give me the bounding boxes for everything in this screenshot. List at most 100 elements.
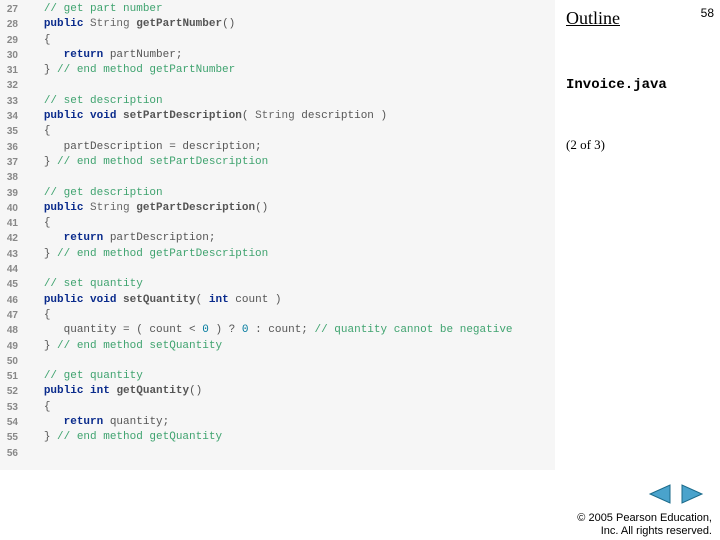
line-number: 36 [0,140,24,155]
code-line: 39 // get description [0,186,555,201]
line-number: 52 [0,384,24,399]
line-number: 38 [0,170,24,185]
code-line: 34 public void setPartDescription( Strin… [0,109,555,124]
code-content: { [24,216,555,231]
code-content: } // end method getPartDescription [24,247,555,262]
line-number: 48 [0,323,24,338]
code-content: } // end method getQuantity [24,430,555,445]
line-number: 32 [0,78,24,93]
line-number: 44 [0,262,24,277]
code-line: 43 } // end method getPartDescription [0,247,555,262]
prev-icon[interactable] [646,483,672,510]
code-area: 27 // get part number28 public String ge… [0,0,555,470]
next-icon[interactable] [680,483,706,510]
line-number: 27 [0,2,24,17]
code-line: 30 return partNumber; [0,48,555,63]
code-line: 38 [0,170,555,185]
line-number: 40 [0,201,24,216]
source-filename: Invoice.java [566,77,710,93]
code-line: 33 // set description [0,94,555,109]
code-content: // set description [24,94,555,109]
code-content: public void setPartDescription( String d… [24,109,555,124]
sidebar: Outline Invoice.java (2 of 3) [560,8,710,153]
code-line: 28 public String getPartNumber() [0,17,555,32]
copyright-footer: © 2005 Pearson Education, Inc. All right… [577,512,712,538]
code-line: 40 public String getPartDescription() [0,201,555,216]
line-number: 29 [0,33,24,48]
code-content: // get description [24,186,555,201]
code-line: 35 { [0,124,555,139]
line-number: 54 [0,415,24,430]
line-number: 34 [0,109,24,124]
code-line: 54 return quantity; [0,415,555,430]
code-content: // get quantity [24,369,555,384]
code-content: public int getQuantity() [24,384,555,399]
line-number: 46 [0,293,24,308]
code-content: public String getPartNumber() [24,17,555,32]
footer-line-2: Inc. All rights reserved. [577,525,712,538]
code-line: 42 return partDescription; [0,231,555,246]
code-content: partDescription = description; [24,140,555,155]
code-line: 36 partDescription = description; [0,140,555,155]
code-line: 50 [0,354,555,369]
line-number: 28 [0,17,24,32]
code-content: { [24,33,555,48]
code-content: return quantity; [24,415,555,430]
code-line: 46 public void setQuantity( int count ) [0,293,555,308]
code-line: 44 [0,262,555,277]
code-content: { [24,400,555,415]
code-content: public void setQuantity( int count ) [24,293,555,308]
line-number: 49 [0,339,24,354]
line-number: 50 [0,354,24,369]
line-number: 53 [0,400,24,415]
code-line: 55 } // end method getQuantity [0,430,555,445]
line-number: 30 [0,48,24,63]
code-line: 41 { [0,216,555,231]
code-line: 29 { [0,33,555,48]
code-content [24,170,555,185]
code-content [24,262,555,277]
page-indicator: (2 of 3) [566,137,710,153]
code-content: return partDescription; [24,231,555,246]
outline-heading: Outline [566,8,710,29]
footer-line-1: © 2005 Pearson Education, [577,512,712,525]
code-content: // set quantity [24,277,555,292]
nav-buttons [646,483,706,510]
code-line: 52 public int getQuantity() [0,384,555,399]
code-line: 56 [0,446,555,461]
code-content [24,78,555,93]
code-content: } // end method getPartNumber [24,63,555,78]
code-line: 27 // get part number [0,2,555,17]
line-number: 55 [0,430,24,445]
code-content: { [24,308,555,323]
code-line: 37 } // end method setPartDescription [0,155,555,170]
code-line: 31 } // end method getPartNumber [0,63,555,78]
code-content [24,446,555,461]
code-content: } // end method setQuantity [24,339,555,354]
code-content: { [24,124,555,139]
line-number: 45 [0,277,24,292]
code-content: public String getPartDescription() [24,201,555,216]
code-line: 45 // set quantity [0,277,555,292]
line-number: 43 [0,247,24,262]
code-line: 53 { [0,400,555,415]
code-content: } // end method setPartDescription [24,155,555,170]
line-number: 42 [0,231,24,246]
code-line: 49 } // end method setQuantity [0,339,555,354]
code-line: 51 // get quantity [0,369,555,384]
line-number: 51 [0,369,24,384]
line-number: 39 [0,186,24,201]
code-content: return partNumber; [24,48,555,63]
line-number: 33 [0,94,24,109]
code-content [24,354,555,369]
code-content: // get part number [24,2,555,17]
line-number: 37 [0,155,24,170]
code-content: quantity = ( count < 0 ) ? 0 : count; //… [24,323,555,338]
line-number: 47 [0,308,24,323]
code-line: 32 [0,78,555,93]
line-number: 56 [0,446,24,461]
code-line: 48 quantity = ( count < 0 ) ? 0 : count;… [0,323,555,338]
line-number: 41 [0,216,24,231]
code-line: 47 { [0,308,555,323]
line-number: 35 [0,124,24,139]
